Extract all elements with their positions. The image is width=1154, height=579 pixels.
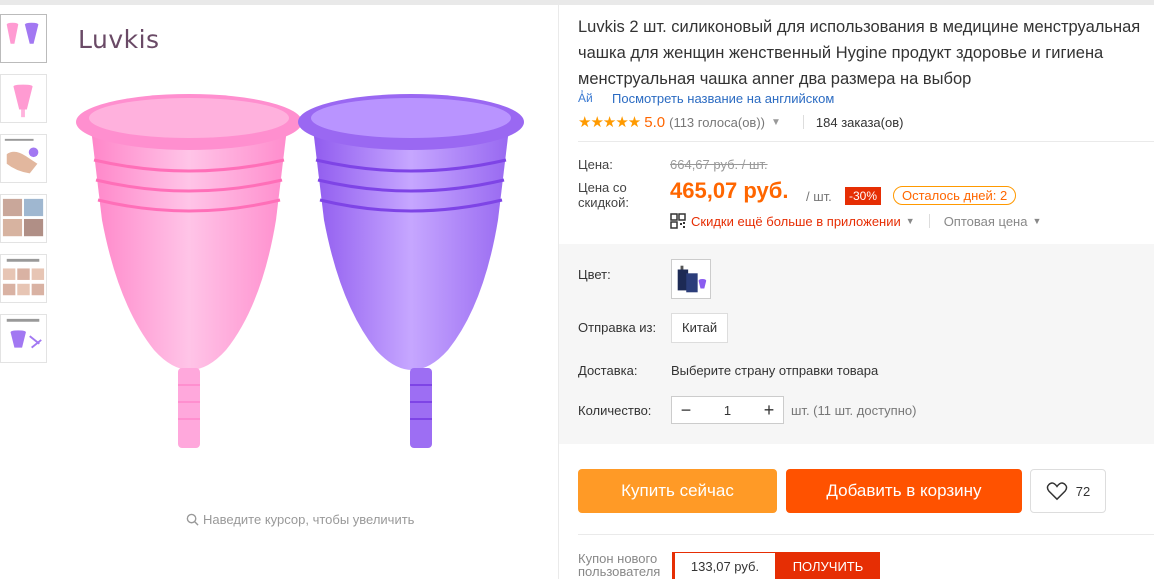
delivery-value: Выберите страну отправки товара xyxy=(671,363,879,378)
wholesale-price-link[interactable]: Оптовая цена xyxy=(944,214,1028,229)
translate-label[interactable]: Посмотреть название на английском xyxy=(612,91,834,106)
thumbnail-6[interactable] xyxy=(0,314,47,363)
chevron-down-icon[interactable]: ▼ xyxy=(771,117,781,128)
rating-value: 5.0 xyxy=(644,113,666,131)
wishlist-count: 72 xyxy=(1075,483,1091,499)
star-rating-icon: ★★★★★ xyxy=(578,114,641,131)
top-border xyxy=(0,0,1154,5)
rating-row: ★★★★★ 5.0 (113 голоса(ов)) ▼ 184 заказа(… xyxy=(578,113,904,132)
discount-price-label: Цена со скидкой: xyxy=(578,180,629,210)
app-discount-row: Скидки ещё больше в приложении ▼ Оптовая… xyxy=(670,213,1041,229)
app-discount-link[interactable]: Скидки ещё больше в приложении xyxy=(691,214,901,229)
pink-cup xyxy=(76,94,302,448)
heart-icon xyxy=(1046,482,1068,501)
chevron-down-icon[interactable]: ▼ xyxy=(906,216,915,226)
actions-divider xyxy=(578,534,1154,535)
color-label: Цвет: xyxy=(578,267,611,282)
add-to-cart-button[interactable]: Добавить в корзину xyxy=(786,469,1022,513)
get-coupon-button[interactable]: ПОЛУЧИТЬ xyxy=(776,552,880,579)
quantity-input[interactable]: 1 xyxy=(700,403,755,418)
price-label: Цена: xyxy=(578,157,613,172)
thumbnail-1[interactable] xyxy=(0,14,47,63)
rating-separator xyxy=(802,115,804,129)
ship-from-label: Отправка из: xyxy=(578,320,657,335)
discount-badge: -30% xyxy=(845,187,882,205)
quantity-plus-button[interactable]: + xyxy=(755,397,783,423)
product-main-image[interactable] xyxy=(54,10,558,510)
orders-count: 184 заказа(ов) xyxy=(815,114,904,130)
product-title: Luvkis 2 шт. силиконовый для использован… xyxy=(578,18,1141,88)
zoom-hint-text: Наведите курсор, чтобы увеличить xyxy=(203,512,415,527)
thumbnail-2[interactable] xyxy=(0,74,47,123)
buy-now-button[interactable]: Купить сейчас xyxy=(578,469,777,513)
qr-code-icon xyxy=(670,213,686,229)
ship-from-option[interactable]: Китай xyxy=(671,313,729,343)
quantity-label: Количество: xyxy=(578,403,652,418)
magnifier-icon xyxy=(186,513,199,526)
per-unit: / шт. xyxy=(806,189,832,204)
thumbnail-5[interactable] xyxy=(0,254,47,303)
delivery-label: Доставка: xyxy=(578,363,638,378)
coupon-amount: 133,07 руб. xyxy=(672,552,776,579)
thumbnail-4[interactable] xyxy=(0,194,47,243)
purple-cup xyxy=(298,94,524,448)
title-divider xyxy=(578,141,1154,142)
zoom-hint: Наведите курсор, чтобы увеличить xyxy=(186,512,414,527)
quantity-stepper: − 1 + xyxy=(671,396,784,424)
days-left-badge: Осталось дней: 2 xyxy=(893,186,1017,205)
thumbnail-3[interactable] xyxy=(0,134,47,183)
coupon-label: Купон нового пользователя xyxy=(578,551,661,579)
color-option-image xyxy=(677,265,707,293)
quantity-minus-button[interactable]: − xyxy=(672,397,700,423)
translate-icon: A̓й xyxy=(578,91,593,105)
chevron-down-icon[interactable]: ▼ xyxy=(1032,216,1041,226)
app-row-separator xyxy=(928,214,930,228)
quantity-available: шт. (11 шт. доступно) xyxy=(791,403,917,418)
translate-link[interactable]: A̓й Посмотреть название на английском xyxy=(578,89,834,107)
color-option[interactable] xyxy=(671,259,711,299)
old-price: 664,67 руб. / шт. xyxy=(670,157,768,172)
votes-count[interactable]: (113 голоса(ов)) xyxy=(669,115,765,130)
discount-price: 465,07 руб. xyxy=(670,178,789,203)
wishlist-button[interactable]: 72 xyxy=(1030,469,1106,513)
